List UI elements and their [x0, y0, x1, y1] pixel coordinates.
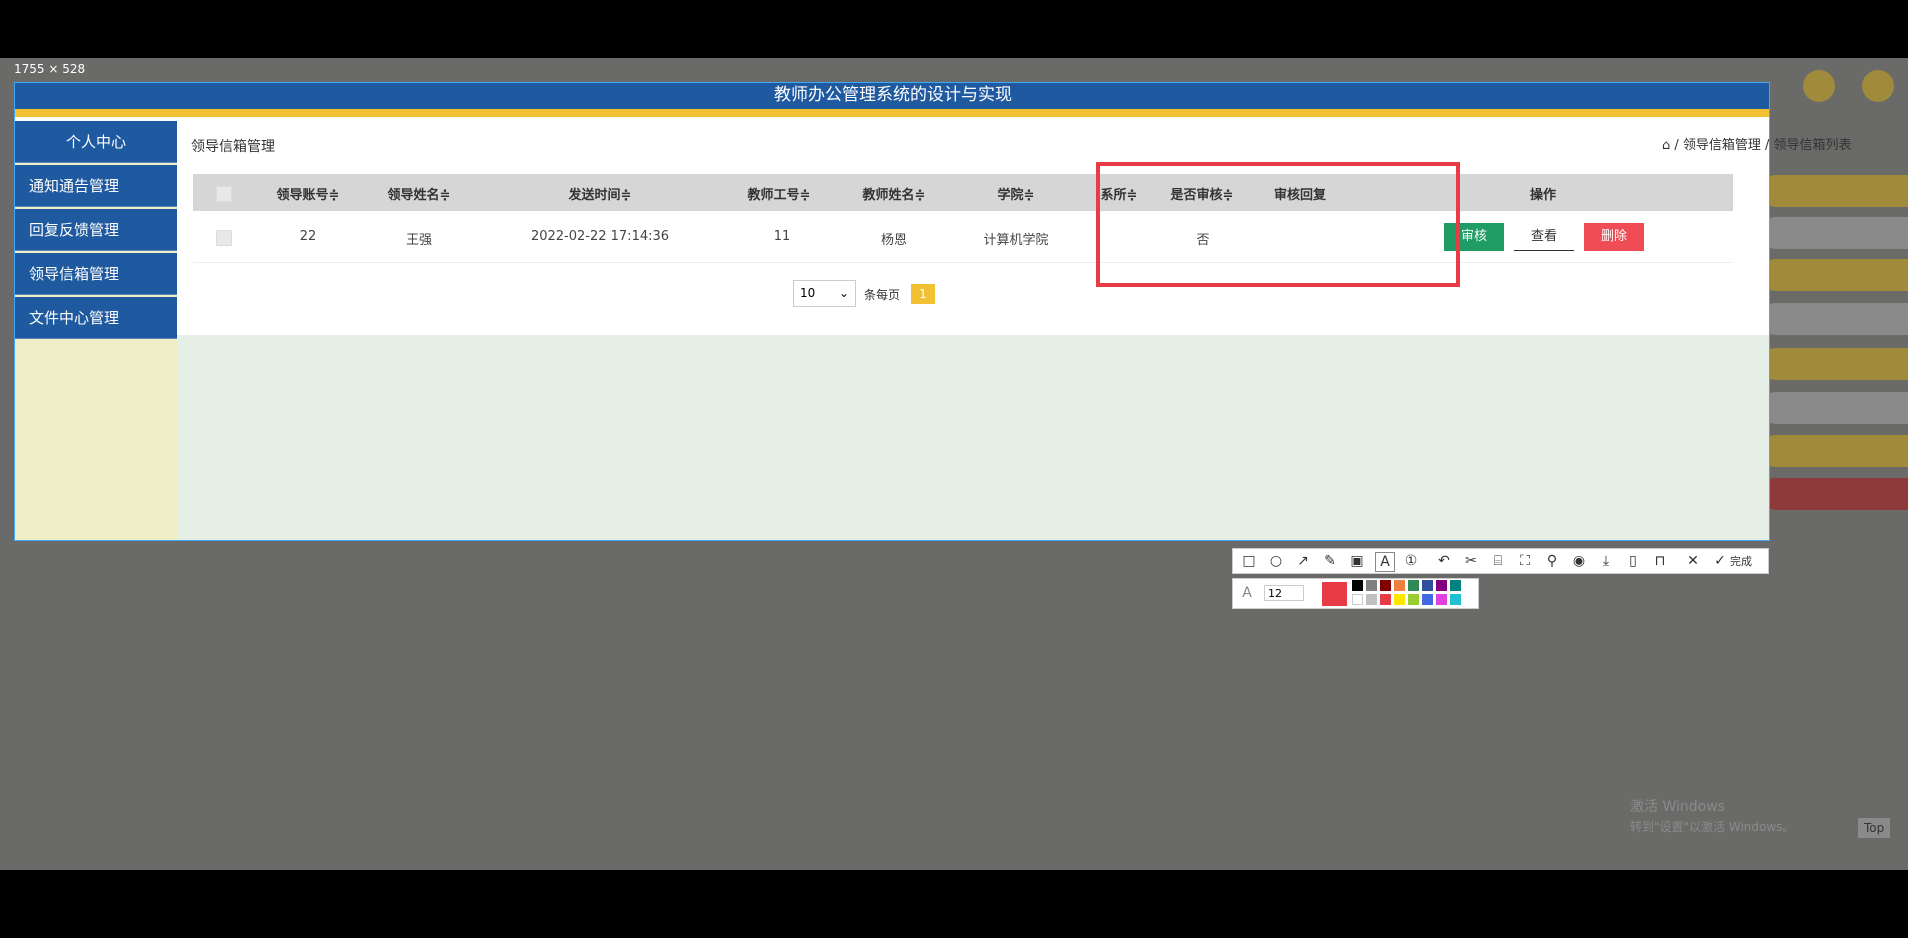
color-swatch[interactable] — [1352, 594, 1363, 605]
arrow-tool-icon[interactable]: ↗ — [1294, 552, 1312, 570]
top-right-icon-2[interactable] — [1862, 70, 1894, 102]
red-annotation-rectangle — [1096, 162, 1460, 287]
right-button-7 — [1760, 435, 1908, 467]
per-page-label: 条每页 — [864, 288, 901, 302]
color-swatch[interactable] — [1436, 580, 1447, 591]
right-button-2 — [1760, 217, 1908, 249]
right-button-3 — [1760, 259, 1908, 291]
font-size-select[interactable]: 12 — [1264, 585, 1304, 601]
right-button-4 — [1760, 303, 1908, 335]
chevron-down-icon: ⌄ — [838, 286, 849, 300]
text-tool-icon[interactable]: A — [1375, 552, 1395, 572]
delete-button[interactable]: 删除 — [1584, 223, 1644, 251]
column-header-leader-name[interactable]: 领导姓名≑ — [388, 184, 451, 203]
page-size-value: 10 — [800, 286, 816, 300]
color-swatch[interactable] — [1394, 594, 1405, 605]
color-swatch[interactable] — [1408, 594, 1419, 605]
bookmark-icon[interactable]: ⊓ — [1651, 552, 1669, 570]
color-swatch[interactable] — [1380, 594, 1391, 605]
page-title: 领导信箱管理 — [191, 139, 275, 155]
color-swatch[interactable] — [1366, 580, 1377, 591]
select-all-checkbox[interactable] — [216, 186, 232, 202]
sidebar-item-feedback[interactable]: 回复反馈管理 — [15, 209, 177, 251]
font-size-icon: A — [1242, 585, 1252, 601]
ocr-icon[interactable]: ⌸ — [1489, 552, 1507, 570]
app-title: 教师办公管理系统的设计与实现 — [774, 85, 1012, 105]
rectangle-tool-icon[interactable]: □ — [1240, 552, 1258, 570]
download-icon[interactable]: ⤓ — [1597, 552, 1615, 570]
number-tool-icon[interactable]: ① — [1402, 552, 1420, 570]
undo-icon[interactable]: ↶ — [1435, 552, 1453, 570]
pin-icon[interactable]: ⚲ — [1543, 552, 1561, 570]
column-header-teacher-name[interactable]: 教师姓名≑ — [863, 184, 926, 203]
column-header-actions: 操作 — [1529, 188, 1557, 203]
color-swatch[interactable] — [1366, 594, 1377, 605]
top-button[interactable]: Top — [1858, 818, 1891, 838]
cell-college: 计算机学院 — [983, 233, 1049, 248]
header-accent-strip — [15, 109, 1769, 117]
cell-leader-account: 22 — [299, 229, 317, 244]
sidebar-item-files[interactable]: 文件中心管理 — [15, 297, 177, 339]
sidebar-item-profile[interactable]: 个人中心 — [15, 121, 177, 163]
mosaic-tool-icon[interactable]: ▣ — [1348, 552, 1366, 570]
color-swatch[interactable] — [1450, 580, 1461, 591]
column-header-college[interactable]: 学院≑ — [998, 184, 1035, 203]
close-icon[interactable]: ✕ — [1684, 552, 1702, 570]
color-swatch[interactable] — [1436, 594, 1447, 605]
capture-selection-region[interactable]: 教师办公管理系统的设计与实现 个人中心 通知通告管理 回复反馈管理 领导信箱管理… — [14, 82, 1770, 541]
row-checkbox[interactable] — [216, 230, 232, 246]
page-size-select[interactable]: 10 ⌄ — [793, 280, 856, 307]
cell-send-time: 2022-02-22 17:14:36 — [530, 229, 670, 244]
color-swatch[interactable] — [1408, 580, 1419, 591]
view-button[interactable]: 查看 — [1514, 223, 1574, 251]
right-button-5 — [1760, 348, 1908, 380]
column-header-teacher-id[interactable]: 教师工号≑ — [748, 184, 811, 203]
top-right-icon-1[interactable] — [1803, 70, 1835, 102]
check-icon[interactable]: ✓ — [1711, 552, 1729, 570]
activation-watermark-subtitle: 转到"设置"以激活 Windows。 — [1630, 820, 1795, 834]
pen-tool-icon[interactable]: ✎ — [1321, 552, 1339, 570]
done-button[interactable]: 完成 — [1730, 553, 1752, 569]
color-swatch[interactable] — [1422, 580, 1433, 591]
selection-size-readout: 1755 × 528 — [14, 62, 86, 76]
column-header-leader-account[interactable]: 领导账号≑ — [277, 184, 340, 203]
color-swatch[interactable] — [1394, 580, 1405, 591]
save-icon[interactable]: ▯ — [1624, 552, 1642, 570]
page-button-current[interactable]: 1 — [911, 284, 935, 304]
right-button-1 — [1760, 175, 1908, 207]
color-swatch[interactable] — [1380, 580, 1391, 591]
column-header-send-time[interactable]: 发送时间≑ — [569, 184, 632, 203]
sidebar-item-notice[interactable]: 通知通告管理 — [15, 165, 177, 207]
ellipse-tool-icon[interactable]: ○ — [1267, 552, 1285, 570]
scan-icon[interactable]: ⛶ — [1516, 552, 1534, 570]
color-swatch[interactable] — [1352, 580, 1363, 591]
sidebar-item-mailbox[interactable]: 领导信箱管理 — [15, 253, 177, 295]
color-swatch[interactable] — [1450, 594, 1461, 605]
cell-teacher-name: 杨恩 — [880, 233, 908, 248]
right-button-6 — [1760, 392, 1908, 424]
scissors-icon[interactable]: ✂ — [1462, 552, 1480, 570]
sidebar: 个人中心 通知通告管理 回复反馈管理 领导信箱管理 文件中心管理 — [15, 121, 177, 540]
color-swatch[interactable] — [1422, 594, 1433, 605]
record-icon[interactable]: ◉ — [1570, 552, 1588, 570]
cell-leader-name: 王强 — [405, 233, 433, 248]
current-color-swatch[interactable] — [1322, 582, 1347, 606]
app-header: 教师办公管理系统的设计与实现 — [15, 83, 1769, 109]
breadcrumb[interactable]: ⌂ / 领导信箱管理 / 领导信箱列表 — [1662, 134, 1852, 153]
activation-watermark-title: 激活 Windows — [1630, 799, 1725, 815]
right-button-8 — [1760, 478, 1908, 510]
cell-teacher-id: 11 — [773, 229, 791, 244]
